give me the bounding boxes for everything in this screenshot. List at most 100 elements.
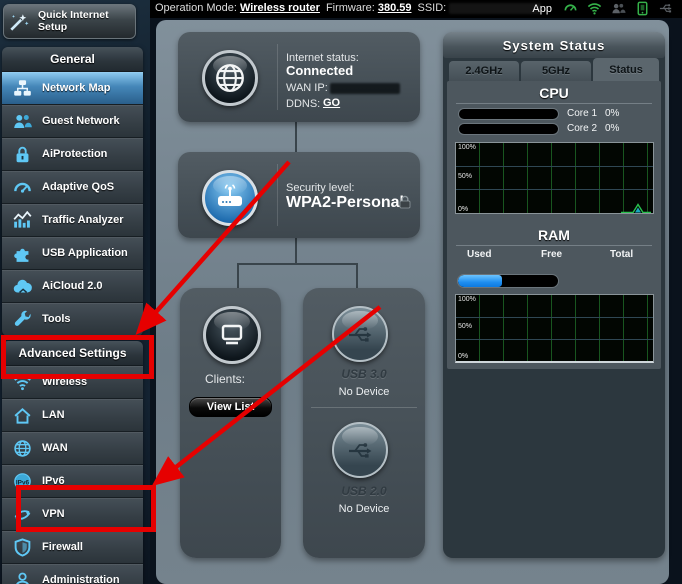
view-list-button[interactable]: View List [189, 397, 272, 417]
sidebar-item-vpn[interactable]: VPN [2, 498, 143, 531]
ssid-label: SSID: [417, 2, 446, 14]
connector-line [295, 238, 297, 264]
guest-network-icon [11, 112, 33, 131]
vpn-arrows-icon [11, 505, 33, 524]
app-label: App [532, 3, 552, 15]
person-icon [11, 571, 33, 584]
ram-total-column: Total [610, 249, 633, 260]
wifi-icon[interactable] [587, 1, 602, 16]
system-status-panel: System Status 2.4GHz 5GHz Status CPU Cor… [443, 32, 665, 558]
card-divider [277, 44, 278, 110]
sidebar-item-label: Adaptive QoS [42, 181, 114, 193]
puzzle-icon [11, 244, 33, 263]
sidebar-item-network-map[interactable]: Network Map [2, 72, 143, 105]
sidebar-item-tools[interactable]: Tools [2, 303, 143, 336]
ddns-label: DDNS: [286, 98, 320, 110]
topbar-icon-tray: App [532, 1, 674, 16]
sidebar-item-label: Traffic Analyzer [42, 214, 124, 226]
cpu-axis-0: 0% [458, 206, 468, 213]
ram-free-column: Free [541, 249, 562, 260]
sidebar-item-label: USB Application [42, 247, 128, 259]
wrench-icon [11, 310, 33, 329]
ddns-go-link[interactable]: GO [323, 97, 340, 109]
sidebar-item-label: Wireless [42, 376, 87, 388]
sidebar-item-ipv6[interactable]: IPv6 IPv6 [2, 465, 143, 498]
connector-line [237, 263, 358, 265]
usb-icon[interactable] [659, 1, 674, 16]
tab-24ghz[interactable]: 2.4GHz [449, 61, 519, 81]
traffic-chart-icon [11, 211, 33, 230]
cpu-core1-bar [458, 108, 559, 120]
mobile-app-icon[interactable] [635, 1, 650, 16]
usb3-label: USB 3.0 [304, 367, 424, 381]
usb3-icon[interactable] [332, 306, 388, 362]
usb2-label: USB 2.0 [304, 484, 424, 498]
sidebar-item-label: IPv6 [42, 475, 65, 487]
sidebar-item-firewall[interactable]: Firewall [2, 531, 143, 564]
qos-gauge-icon[interactable] [563, 1, 578, 16]
globe-icon [11, 439, 33, 458]
section-divider [456, 103, 652, 104]
usb3-status: No Device [304, 386, 424, 398]
sidebar-item-aicloud[interactable]: AiCloud 2.0 [2, 270, 143, 303]
network-map-icon [11, 79, 33, 98]
sidebar-item-label: AiCloud 2.0 [42, 280, 103, 292]
ram-usage-bar [457, 274, 559, 288]
tab-status[interactable]: Status [593, 58, 659, 81]
sidebar-item-wan[interactable]: WAN [2, 432, 143, 465]
sidebar-item-label: VPN [42, 508, 65, 520]
system-status-body: CPU Core 1 0% Core 2 0% 100% 50% 0% RAM … [447, 81, 661, 369]
clients-monitor-icon[interactable] [203, 306, 261, 364]
cpu-core2-label: Core 2 [567, 123, 597, 134]
firmware-info: Operation Mode:Wireless routerFirmware:3… [155, 2, 541, 14]
sidebar-group-advanced: Advanced Settings Wireless LAN WAN IPv6 … [2, 341, 143, 584]
gauge-icon [11, 178, 33, 197]
quick-internet-setup-button[interactable]: Quick Internet Setup [3, 4, 136, 39]
ram-section-title: RAM [447, 227, 661, 243]
cpu-core1-label: Core 1 [567, 108, 597, 119]
wan-ip-label: WAN IP: [286, 82, 328, 94]
guest-network-icon[interactable] [611, 1, 626, 16]
sidebar-item-lan[interactable]: LAN [2, 399, 143, 432]
connector-line [237, 263, 239, 288]
quick-internet-setup-label: Quick Internet Setup [38, 10, 126, 33]
clients-label: Clients: [205, 372, 245, 386]
wifi-icon [11, 373, 33, 392]
cpu-usage-graph: 100% 50% 0% [455, 142, 654, 214]
sidebar-item-adaptive-qos[interactable]: Adaptive QoS [2, 171, 143, 204]
firmware-version-link[interactable]: 380.59 [378, 2, 412, 14]
firmware-label: Firmware: [326, 2, 375, 14]
ram-usage-graph: 100% 50% 0% [455, 294, 654, 363]
lock-icon [399, 195, 411, 214]
usb2-icon[interactable] [332, 422, 388, 478]
shield-icon [11, 538, 33, 557]
sidebar-item-label: Network Map [42, 82, 110, 94]
sidebar-item-label: Firewall [42, 541, 83, 553]
sidebar-item-aiprotection[interactable]: AiProtection [2, 138, 143, 171]
gridline [456, 317, 653, 318]
sidebar-item-usb-application[interactable]: USB Application [2, 237, 143, 270]
internet-status-value: Connected [286, 63, 353, 78]
sidebar-item-wireless[interactable]: Wireless [2, 366, 143, 399]
gridline [456, 189, 653, 190]
router-icon[interactable] [202, 170, 258, 226]
connector-line [295, 122, 297, 155]
cpu-activity-spike [621, 201, 651, 213]
sidebar-item-label: LAN [42, 409, 65, 421]
cpu-section-title: CPU [447, 85, 661, 101]
sidebar-item-guest-network[interactable]: Guest Network [2, 105, 143, 138]
magic-wand-icon [8, 11, 30, 33]
card-divider [277, 164, 278, 226]
cpu-axis-100: 100% [458, 144, 476, 151]
ram-axis-100: 100% [458, 296, 476, 303]
wan-ip-redacted-value [330, 83, 400, 94]
sidebar-item-label: Guest Network [42, 115, 120, 127]
usb-divider [311, 407, 417, 408]
operation-mode-value[interactable]: Wireless router [240, 2, 320, 14]
internet-globe-icon[interactable] [202, 50, 258, 106]
sidebar-item-traffic-analyzer[interactable]: Traffic Analyzer [2, 204, 143, 237]
ram-axis-50: 50% [458, 323, 472, 330]
sidebar-item-label: AiProtection [42, 148, 107, 160]
tab-5ghz[interactable]: 5GHz [521, 61, 591, 81]
sidebar-item-administration[interactable]: Administration [2, 564, 143, 584]
